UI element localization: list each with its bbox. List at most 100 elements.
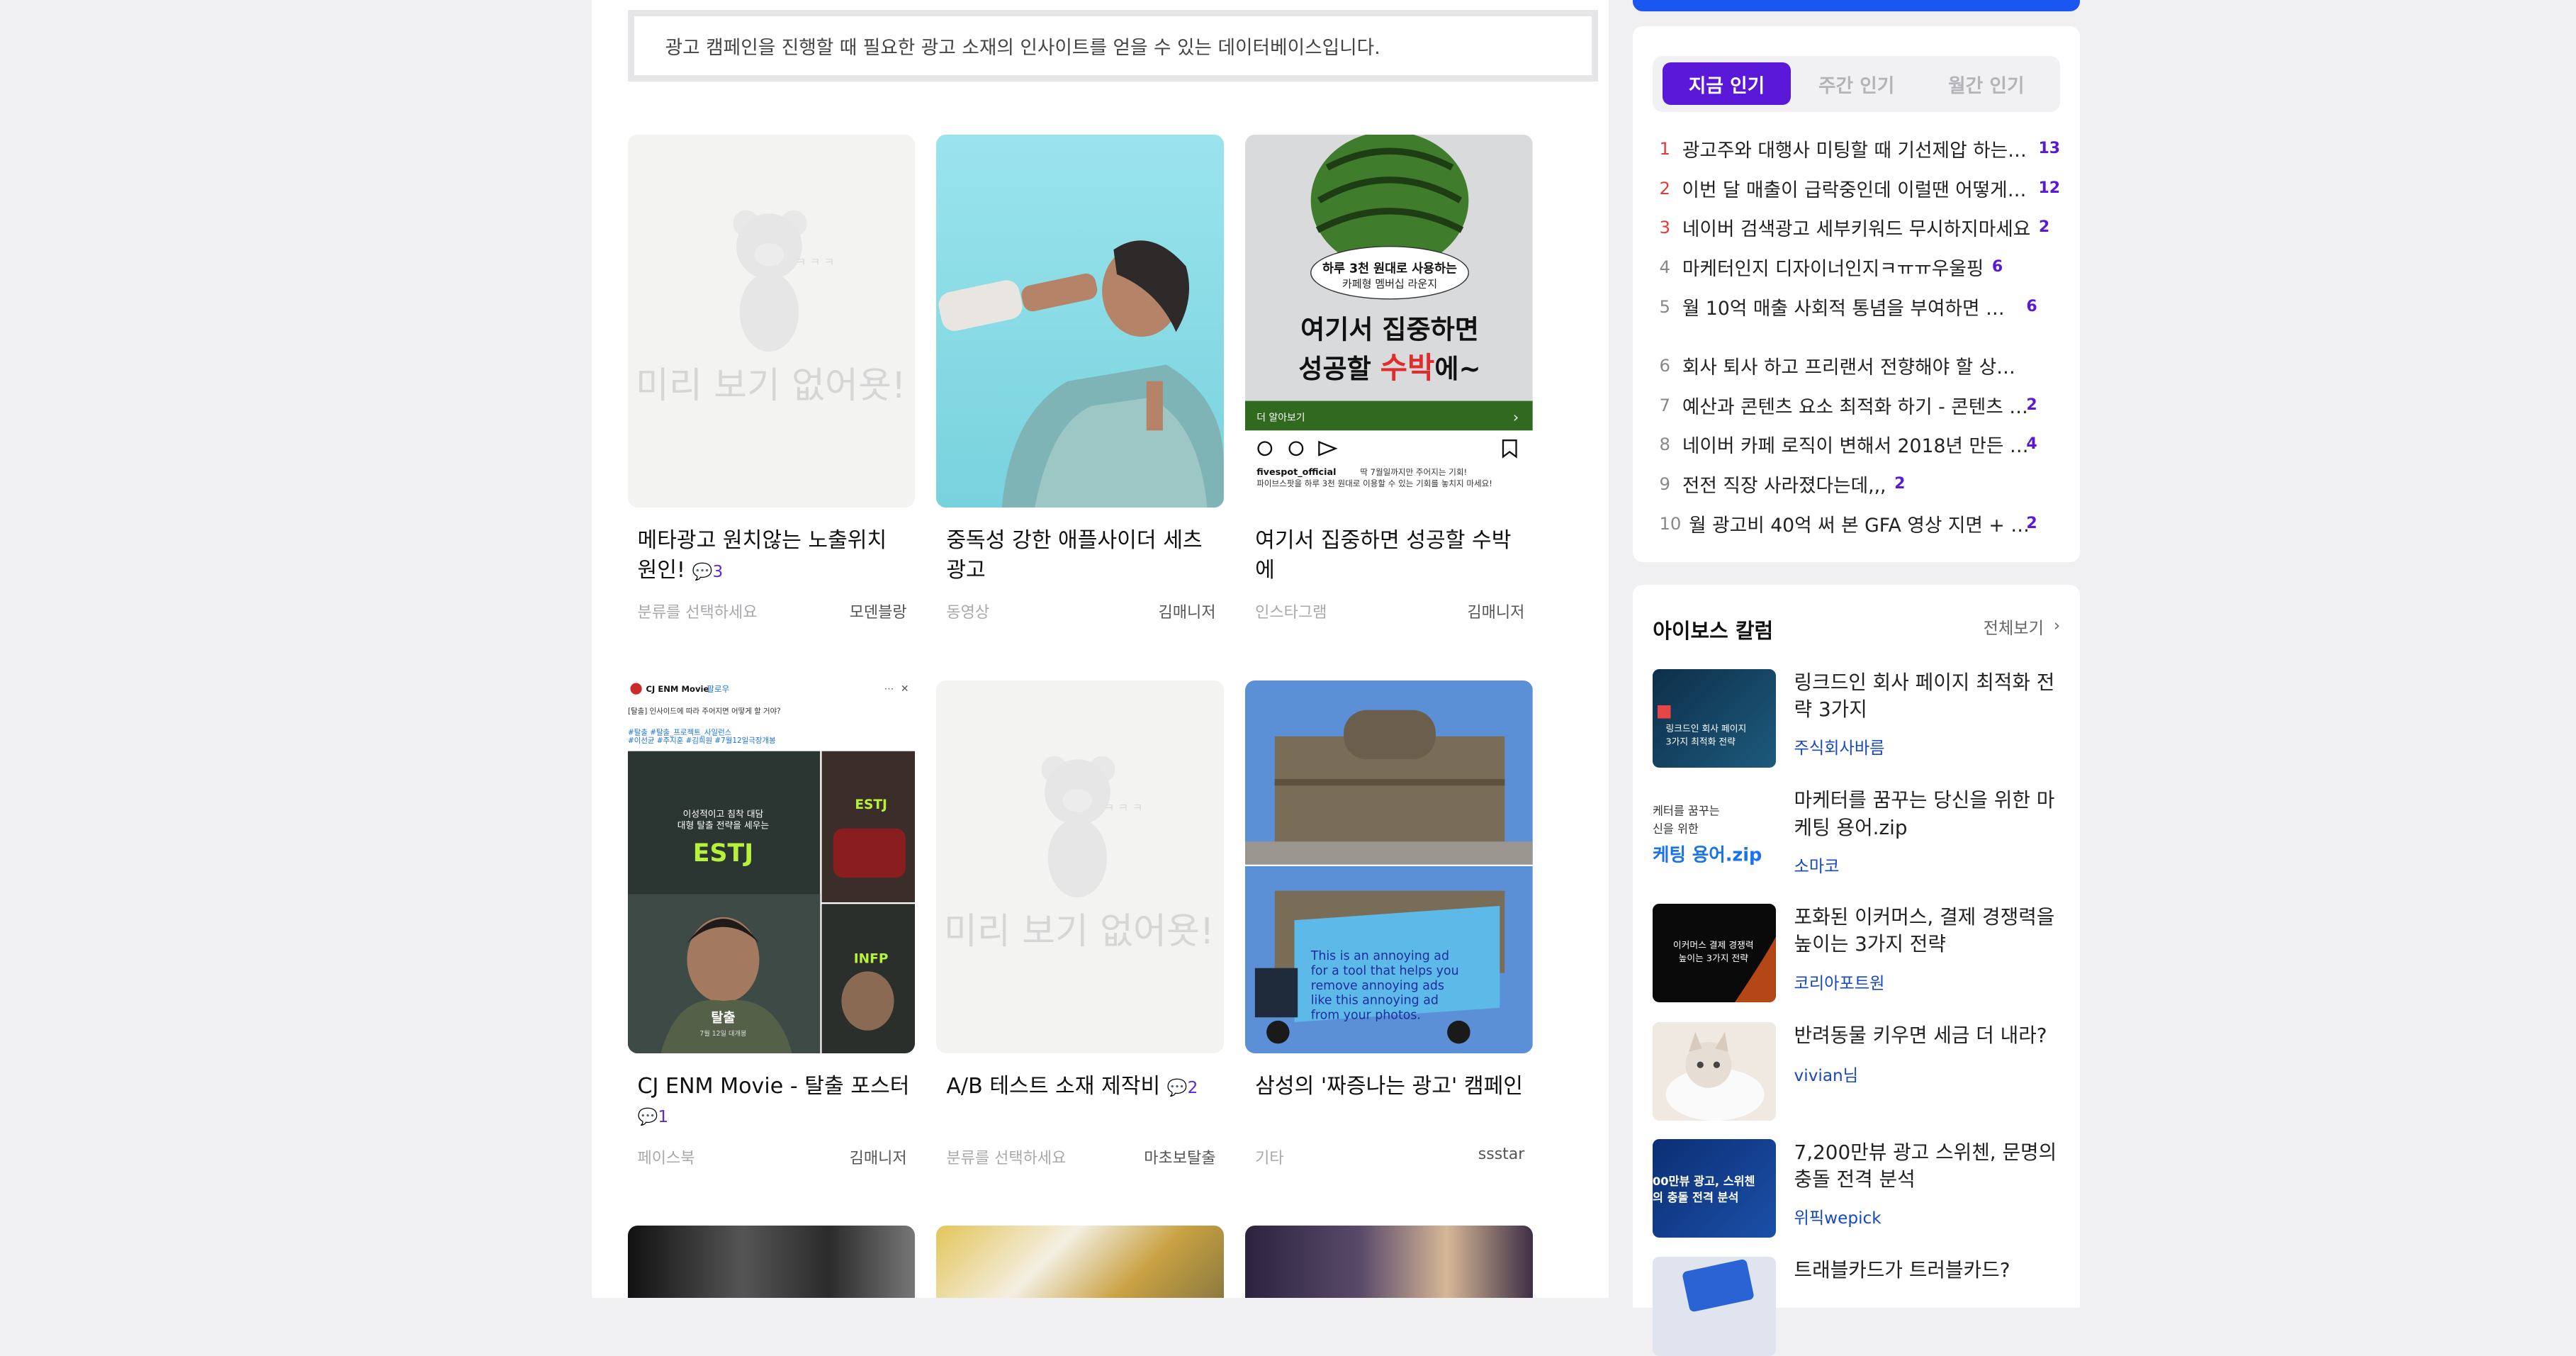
poster-mbti-infp: INFP <box>853 952 888 967</box>
card-thumbnail[interactable]: ㅋ ㅋ ㅋ 미리 보기 없어욧! <box>936 680 1225 1054</box>
linkedin-thumbnail-image: 링크드인 회사 페이지 3가지 최적화 전략 <box>1658 705 1746 747</box>
truck-ad-line2: for a tool that helps you <box>1311 964 1459 978</box>
card-thumbnail[interactable] <box>1245 1226 1533 1299</box>
poster-page-name: CJ ENM Movie <box>646 684 709 694</box>
column-title: 포화된 이커머스, 결제 경쟁력을 높이는 3가지 전략 <box>1794 905 2055 956</box>
ecommerce-thumbnail-image: 이커머스 결제 경쟁력 높이는 3가지 전략 <box>1673 936 1777 1003</box>
rank-number: 3 <box>1659 217 1670 238</box>
ranking-item[interactable]: 3 네이버 검색광고 세부키워드 무시하지마세요 2 <box>1659 213 2060 241</box>
ranking-item[interactable]: 5 월 10억 매출 사회적 통념을 부여하면 N일 안에 구매하는 6 <box>1659 293 2060 320</box>
rank-comment-count: 4 <box>2026 435 2037 454</box>
tab-now-popular[interactable]: 지금 인기 <box>1663 62 1791 106</box>
comment-icon: 💬 <box>692 561 713 581</box>
column-thumbnail[interactable]: 케터를 꿈꾸는 신을 위한 케팅 용어.zip <box>1653 787 1777 886</box>
comment-icon: 💬 <box>1166 1077 1188 1097</box>
column-title: 마케터를 꿈꾸는 당신을 위한 마케팅 용어.zip <box>1794 788 2055 839</box>
svg-text:케터를 꿈꾸는: 케터를 꿈꾸는 <box>1653 805 1720 818</box>
comment-count-text: 2 <box>1187 1077 1198 1097</box>
column-title: 7,200만뷰 광고 스위첸, 문명의 충돌 전격 분석 <box>1794 1140 2057 1191</box>
ranking-item[interactable]: 6 회사 퇴사 하고 프리랜서 전향해야 할 상황입니다 어떻게 <box>1659 352 2060 379</box>
view-all-link[interactable]: 전체보기 <box>1984 615 2044 639</box>
card-author[interactable]: 김매니저 <box>1467 600 1524 622</box>
column-thumbnail[interactable]: 이커머스 결제 경쟁력 높이는 3가지 전략 <box>1653 904 1777 1003</box>
card-author[interactable]: 모덴블랑 <box>850 600 907 622</box>
ranking-item[interactable]: 10 월 광고비 40억 써 본 GFA 영상 지면 + 피드 광고2 <box>1659 510 2060 537</box>
poster-mbti-main: ESTJ <box>692 839 753 868</box>
chevron-right-icon[interactable]: › <box>2054 616 2060 635</box>
card-thumbnail[interactable] <box>627 1226 916 1299</box>
card-author[interactable]: 김매니저 <box>850 1145 907 1168</box>
rank-number: 7 <box>1659 394 1670 415</box>
column-source: 코리아포트원 <box>1794 973 1885 993</box>
card[interactable]: ㅋ ㅋ ㅋ 미리 보기 없어욧! 메타광고 원치않는 노출위치 원인! 💬3 분… <box>627 135 917 627</box>
ranking-item[interactable]: 2 이번 달 매출이 급락중인데 이럴땐 어떻게 하죠? 12 <box>1659 174 2060 202</box>
rank-number: 4 <box>1659 257 1670 277</box>
rank-title: 이번 달 매출이 급락중인데 이럴땐 어떻게 하죠? <box>1682 179 2030 201</box>
placeholder-bear-icon: ㅋ ㅋ ㅋ 미리 보기 없어욧! <box>636 210 906 407</box>
column-thumbnail[interactable] <box>1653 1021 1777 1121</box>
ranking-item[interactable]: 9 전전 직장 사라졌다는데,,, 2 <box>1659 470 2060 498</box>
card-title[interactable]: CJ ENM Movie - 탈출 포스터 💬1 <box>637 1072 910 1132</box>
top-banner[interactable] <box>1633 0 2080 12</box>
poster-badge: 탈출 <box>711 1011 735 1026</box>
rank-title: 마케터인지 디자이너인지ㅋㅠㅠ우울핑 <box>1682 258 1984 280</box>
truck-ad-line1: This is an annoying ad <box>1310 949 1449 963</box>
card[interactable]: 중독성 강한 애플사이더 세츠 광고 동영상 김매니저 <box>936 135 1225 627</box>
card-title-text: 메타광고 원치않는 노출위치 원인! <box>637 527 887 583</box>
card-thumbnail[interactable] <box>936 1226 1225 1299</box>
rank-comment-count: 2 <box>2038 218 2050 237</box>
column-panel: 아이보스 칼럼 전체보기 › 링크드인 회사 페이지 3가지 최적화 전략 링크… <box>1633 585 2080 1356</box>
card-author[interactable]: 김매니저 <box>1158 600 1215 622</box>
rank-title: 회사 퇴사 하고 프리랜서 전향해야 할 상황입니다 어떻게 <box>1682 357 2031 379</box>
card-title[interactable]: 메타광고 원치않는 노출위치 원인! 💬3 <box>637 526 910 586</box>
poster-mbti-estj: ESTJ <box>855 797 887 812</box>
headline-line2: 성공할 수박에~ <box>1299 350 1481 385</box>
poster-intro-line1: 이성적이고 침착 대담 <box>682 809 763 819</box>
column-source: 소마코 <box>1794 857 1840 877</box>
rank-comment-count: 6 <box>2026 297 2037 315</box>
card[interactable]: CJ ENM Movie 팔로우 ⋯ ✕ [탈출] 인사이드에 따라 주어지면 … <box>627 680 917 1173</box>
bubble-line2: 카페형 멤버십 라운지 <box>1342 278 1437 291</box>
ranking-panel: 지금 인기 주간 인기 월간 인기 1 광고주와 대행사 미팅할 때 기선제압 하… <box>1633 26 2080 562</box>
card-category: 페이스북 <box>637 1149 695 1167</box>
ranking-item[interactable]: 7 예산과 콘텐츠 요소 최적화 하기 - 콘텐츠 실험 방법2 <box>1659 391 2060 419</box>
kitten-thumbnail-image <box>1653 1021 1777 1121</box>
tab-weekly-popular[interactable]: 주간 인기 <box>1792 62 1920 105</box>
card-thumbnail[interactable]: ㅋ ㅋ ㅋ 미리 보기 없어욧! <box>627 135 916 508</box>
rank-comment-count: 2 <box>2026 396 2037 414</box>
column-thumbnail[interactable]: 00만뷰 광고, 스위첸 의 충돌 전격 분석 <box>1653 1138 1777 1238</box>
svg-text:3가지 최적화 전략: 3가지 최적화 전략 <box>1666 736 1736 747</box>
ranking-item[interactable]: 4 마케터인지 디자이너인지ㅋㅠㅠ우울핑 6 <box>1659 253 2060 281</box>
card-thumbnail[interactable] <box>936 135 1225 508</box>
comment-bubble-icon <box>1288 441 1304 456</box>
svg-text:케팅 용어.zip: 케팅 용어.zip <box>1653 845 1762 866</box>
card-thumbnail[interactable]: 하루 3천 원대로 사용하는 카페형 멤버십 라운지 여기서 집중하면 성공할 … <box>1245 135 1533 508</box>
rank-number: 1 <box>1659 138 1670 159</box>
tab-monthly-popular[interactable]: 월간 인기 <box>1922 62 2050 105</box>
card[interactable]: This is an annoying ad for a tool that h… <box>1245 680 1534 1173</box>
svg-text:의 충돌 전격 분석: 의 충돌 전격 분석 <box>1653 1191 1738 1204</box>
column-thumbnail[interactable] <box>1653 1257 1777 1356</box>
card-thumbnail[interactable]: CJ ENM Movie 팔로우 ⋯ ✕ [탈출] 인사이드에 따라 주어지면 … <box>627 680 916 1054</box>
card-thumbnail[interactable]: This is an annoying ad for a tool that h… <box>1245 680 1533 1054</box>
chevron-right-icon: › <box>1513 409 1519 426</box>
poster-post-line1: [탈출] 인사이드에 따라 주어지면 어떻게 할 거야? <box>628 706 781 715</box>
poster-post-line2: #탈출 #탈출_프로젝트_사일런스 <box>628 727 732 736</box>
column-thumbnail[interactable]: 링크드인 회사 페이지 3가지 최적화 전략 <box>1653 668 1777 768</box>
rank-title: 월 10억 매출 사회적 통념을 부여하면 N일 안에 구매하는 <box>1682 297 2011 320</box>
card-title-text: 삼성의 '짜증나는 광고' 캠페인 <box>1255 1073 1524 1099</box>
card[interactable]: ㅋ ㅋ ㅋ 미리 보기 없어욧! A/B 테스트 소재 제작비 💬2 분류를 선… <box>936 680 1225 1173</box>
rank-comment-count: 13 <box>2038 140 2061 158</box>
column-title: 트래블카드가 트러블카드? <box>1794 1258 2010 1282</box>
ranking-item[interactable]: 1 광고주와 대행사 미팅할 때 기선제압 하는 법 13 <box>1659 135 2060 162</box>
truck-ad-line5: from your photos. <box>1311 1008 1421 1022</box>
card-title[interactable]: 삼성의 '짜증나는 광고' 캠페인 <box>1255 1072 1528 1102</box>
ranking-item[interactable]: 8 네이버 카페 로직이 변해서 2018년 만든 카페 지수4 <box>1659 430 2060 458</box>
card-author[interactable]: ssstar <box>1478 1145 1525 1168</box>
card-title[interactable]: A/B 테스트 소재 제작비 💬2 <box>946 1072 1219 1103</box>
card[interactable]: 하루 3천 원대로 사용하는 카페형 멤버십 라운지 여기서 집중하면 성공할 … <box>1245 135 1534 627</box>
card-title[interactable]: 여기서 집중하면 성공할 수박에 <box>1255 526 1528 585</box>
card-title[interactable]: 중독성 강한 애플사이더 세츠 광고 <box>946 526 1219 585</box>
card-author[interactable]: 마초보탈출 <box>1144 1145 1215 1168</box>
rank-number: 10 <box>1659 512 1682 534</box>
